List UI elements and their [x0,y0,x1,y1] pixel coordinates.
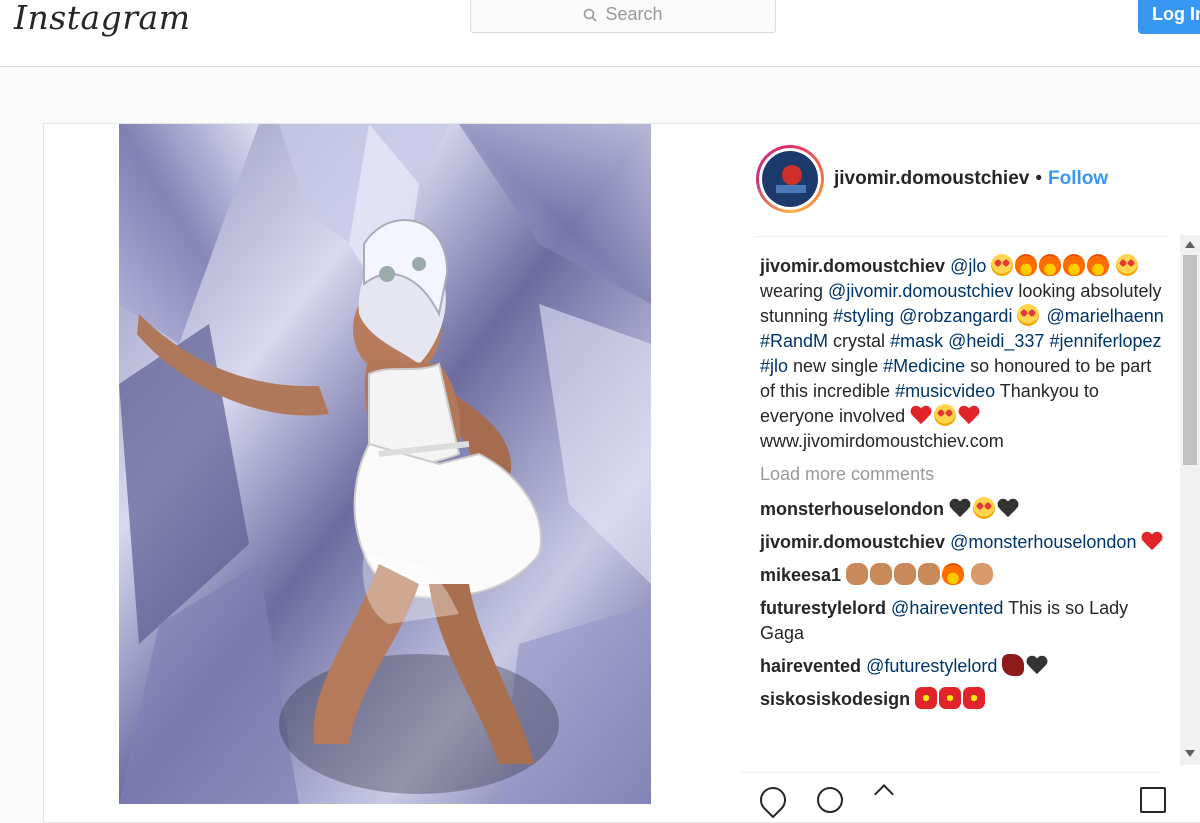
sparkle-heart-emoji-icon [939,687,962,709]
search-placeholder: Search [605,4,663,24]
comment-row: hairevented @futurestylelord [760,654,1170,679]
login-button[interactable]: Log In [1138,0,1200,34]
hashtag-link[interactable]: #jlo [760,356,788,376]
comment-author[interactable]: futurestylelord [760,598,886,618]
comment-row: siskosiskodesign [760,687,1170,712]
comment-row: mikeesa1 [760,563,1170,588]
heart-eyes-emoji-icon [1017,304,1040,326]
comment-text: www.jivomirdomoustchiev.com [760,431,1004,451]
hashtag-link[interactable]: #musicvideo [895,381,995,401]
heart-black-emoji-icon [1026,656,1048,676]
hashtag-link[interactable]: #styling [833,306,894,326]
clap-emoji-icon [894,563,917,585]
fire-emoji-icon [1015,254,1038,276]
comment-row: jivomir.domoustchiev @monsterhouselondon [760,530,1170,555]
avatar-image [762,151,818,207]
post-photo[interactable] [119,124,651,804]
clap-emoji-icon [918,563,941,585]
scroll-up-arrow-icon[interactable] [1185,241,1195,248]
comment-author[interactable]: monsterhouselondon [760,499,944,519]
comment-author[interactable]: siskosiskodesign [760,689,910,709]
mention-link[interactable]: @jivomir.domoustchiev [828,281,1013,301]
post-image [119,124,651,804]
mention-link[interactable]: @heidi_337 [948,331,1044,351]
sparkle-heart-emoji-icon [963,687,986,709]
hashtag-link[interactable]: #mask [890,331,943,351]
post-header: jivomir.domoustchiev • Follow [756,144,1176,214]
comments-scrollbar[interactable] [1180,235,1200,765]
fist-emoji-icon [971,563,994,585]
heart-red-emoji-icon [910,406,932,426]
lips-emoji-icon [1002,654,1025,676]
fire-emoji-icon [1039,254,1062,276]
heart-eyes-emoji-icon [991,254,1014,276]
mention-link[interactable]: @hairevented [891,598,1003,618]
comment-author[interactable]: hairevented [760,656,861,676]
caption: jivomir.domoustchiev @jlo wearing @jivom… [760,254,1170,454]
search-icon [584,8,598,22]
heart-red-emoji-icon [1141,532,1163,552]
mention-link[interactable]: @robzangardi [899,306,1012,326]
clap-emoji-icon [846,563,869,585]
fire-emoji-icon [1087,254,1110,276]
avatar[interactable] [756,145,824,213]
caption-author[interactable]: jivomir.domoustchiev [760,256,945,276]
fire-emoji-icon [942,563,965,585]
post-sidebar: jivomir.domoustchiev • Follow jivomir.do… [744,124,1200,804]
hashtag-link[interactable]: #Medicine [883,356,965,376]
comment-author[interactable]: mikeesa1 [760,565,841,585]
divider [754,236,1168,237]
comment-text: crystal [828,331,891,351]
mention-link[interactable]: @jlo [950,256,986,276]
mention-link[interactable]: @marielhaenn [1046,306,1163,326]
load-more-comments-button[interactable]: Load more comments [760,462,1170,487]
scroll-down-arrow-icon[interactable] [1185,750,1195,757]
mention-link[interactable]: @monsterhouselondon [950,532,1136,552]
hashtag-link[interactable]: #RandM [760,331,828,351]
sparkle-heart-emoji-icon [915,687,938,709]
follow-button[interactable]: Follow [1048,168,1108,190]
heart-red-emoji-icon [958,406,980,426]
comment-row: monsterhouselondon [760,497,1170,522]
separator-dot: • [1035,168,1042,189]
comment-text: new single [788,356,884,376]
top-navigation-bar: Instagram Search Log In [0,0,1200,67]
heart-eyes-emoji-icon [1116,254,1139,276]
comment-row: futurestylelord @hairevented This is so … [760,596,1170,646]
search-input[interactable]: Search [470,0,776,33]
post-author[interactable]: jivomir.domoustchiev [834,168,1029,190]
post-actions [740,772,1166,819]
instagram-logo[interactable]: Instagram [14,0,191,37]
heart-black-emoji-icon [949,499,971,519]
scroll-thumb[interactable] [1183,255,1197,465]
heart-eyes-emoji-icon [973,497,996,519]
fire-emoji-icon [1063,254,1086,276]
heart-black-emoji-icon [997,499,1019,519]
mention-link[interactable]: @futurestylelord [866,656,997,676]
hashtag-link[interactable]: #jenniferlopez [1049,331,1161,351]
comment-author[interactable]: jivomir.domoustchiev [760,532,945,552]
comment-text: wearing [760,281,829,301]
comments-list: jivomir.domoustchiev @jlo wearing @jivom… [760,254,1170,720]
clap-emoji-icon [870,563,893,585]
post-card: jivomir.domoustchiev • Follow jivomir.do… [43,123,1200,823]
heart-eyes-emoji-icon [934,404,957,426]
